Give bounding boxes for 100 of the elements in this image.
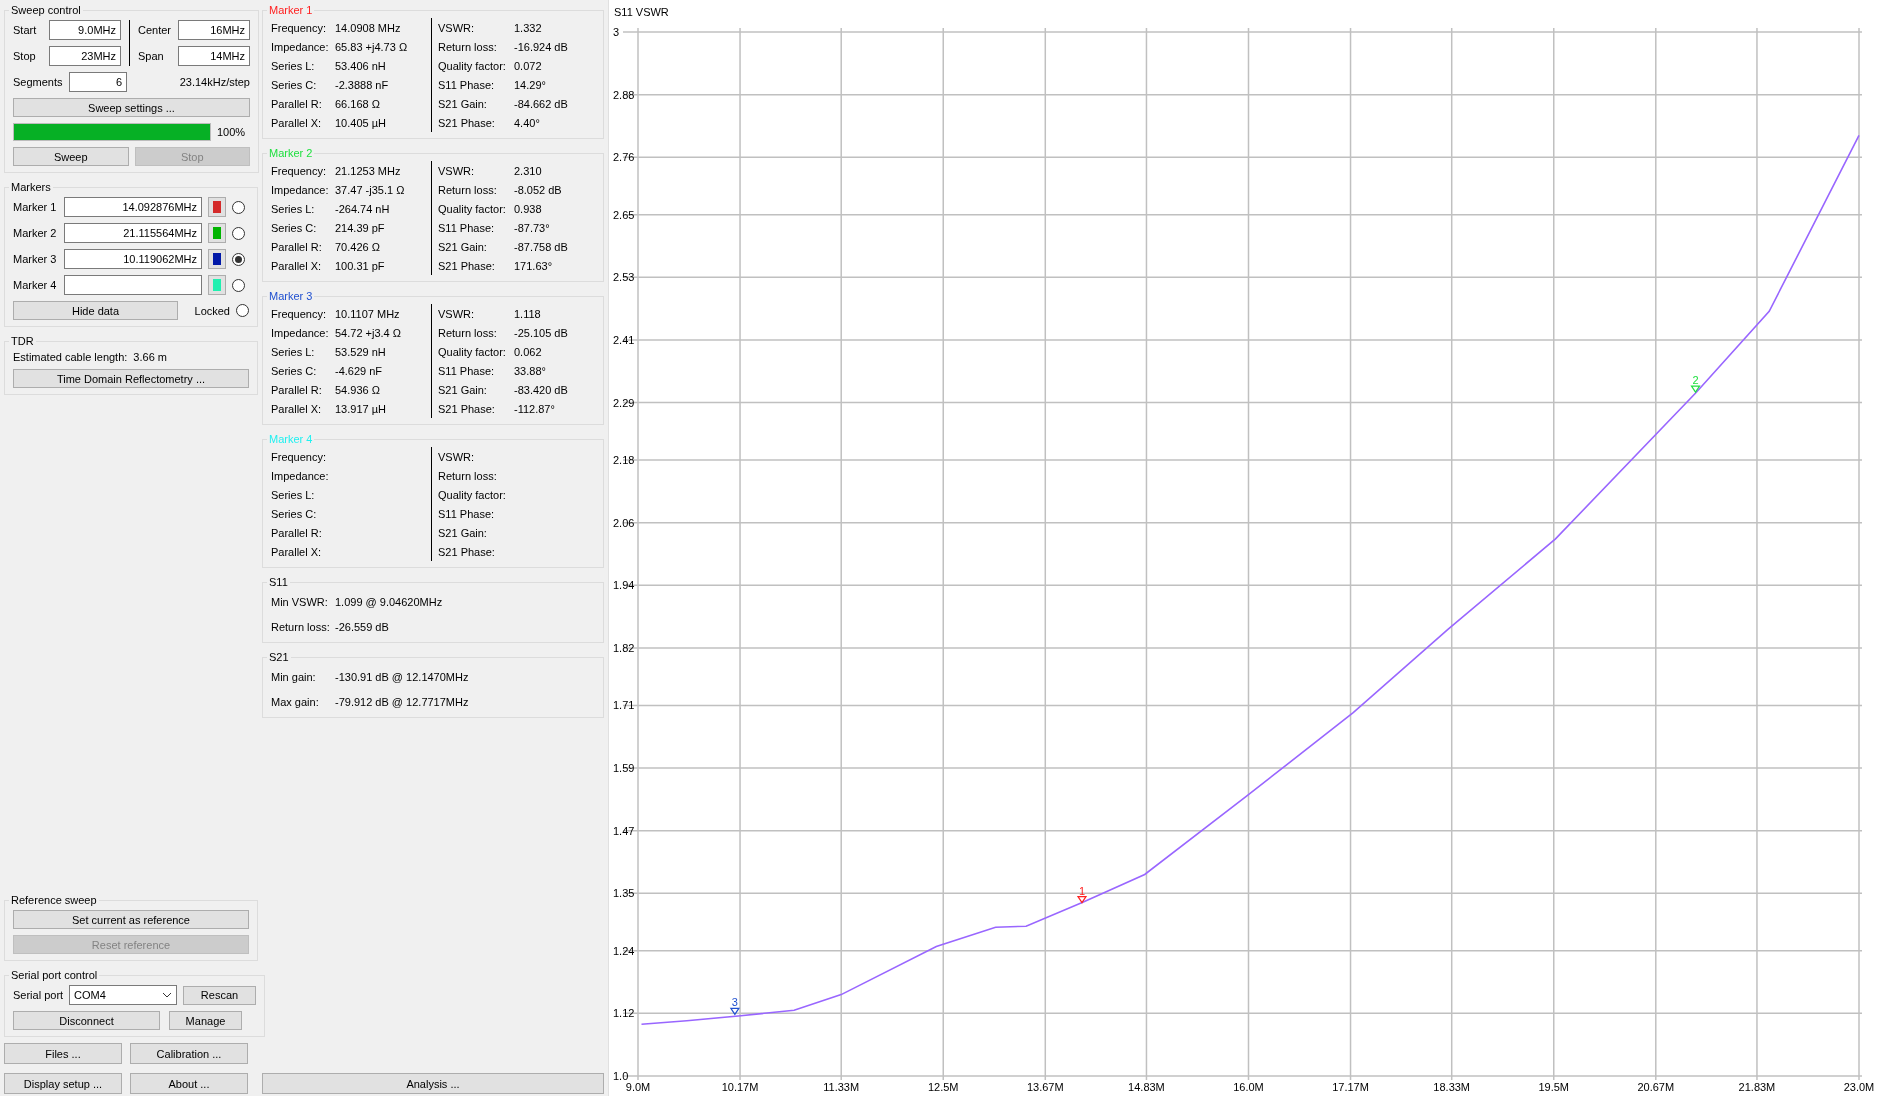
sweep-button[interactable]: Sweep <box>13 147 129 166</box>
marker-radio-button[interactable] <box>232 252 245 266</box>
serial-port-dropdown[interactable]: COM4 <box>69 985 177 1005</box>
data-value: 214.39 pF <box>335 221 385 234</box>
manage-button[interactable]: Manage <box>169 1011 242 1030</box>
data-label: Series C: <box>271 364 318 377</box>
data-label: VSWR: <box>438 21 476 34</box>
frequency-field[interactable]: 23MHz <box>49 46 121 66</box>
data-label: Return loss: <box>438 469 498 482</box>
data-label: S21 Phase: <box>438 402 496 415</box>
rescan-button[interactable]: Rescan <box>183 985 256 1005</box>
menu-button[interactable]: About ... <box>130 1073 248 1094</box>
data-value: -79.912 dB @ 12.7717MHz <box>335 695 469 708</box>
axis-label: 3 <box>613 26 620 38</box>
data-value: 65.83 +j4.73 Ω <box>335 40 408 53</box>
data-label: Parallel R: <box>271 240 323 253</box>
analysis-button[interactable]: Analysis ... <box>262 1073 604 1094</box>
marker-frequency-field[interactable]: 21.115564MHz <box>64 223 202 243</box>
menu-button[interactable]: Display setup ... <box>4 1073 122 1094</box>
data-value: -264.74 nH <box>335 202 390 215</box>
data-label: Impedance: <box>271 326 330 339</box>
data-label: S11 Phase: <box>438 221 496 234</box>
field-label: Center <box>138 24 172 36</box>
axis-label: 1.71 <box>613 699 635 712</box>
data-label: Series C: <box>271 78 318 91</box>
marker-radio-button[interactable] <box>232 226 245 240</box>
marker-frequency-field[interactable]: 14.092876MHz <box>64 197 202 217</box>
axis-label: 19.5M <box>1538 1081 1570 1093</box>
data-value: 14.29° <box>514 78 546 91</box>
marker-radio-button[interactable] <box>232 278 245 292</box>
data-label: Series L: <box>271 202 316 215</box>
tdr-button[interactable]: Time Domain Reflectometry ... <box>13 369 249 388</box>
group-title: TDR <box>10 335 35 347</box>
data-value: 1.118 <box>514 307 541 320</box>
marker-frequency-field[interactable]: 10.119062MHz <box>64 249 202 269</box>
axis-label: 13.67M <box>1026 1081 1064 1093</box>
data-label: Return loss: <box>438 40 498 53</box>
chart-title: S11 VSWR <box>613 5 670 20</box>
frequency-field[interactable]: 14MHz <box>178 46 250 66</box>
data-value: 66.168 Ω <box>335 97 380 110</box>
axis-label: 2.53 <box>613 271 635 284</box>
color-picker-button[interactable] <box>208 249 226 269</box>
hide-data-button[interactable]: Hide data <box>13 301 178 320</box>
data-label: Quality factor: <box>438 59 507 72</box>
data-label: S21 Phase: <box>438 259 496 272</box>
data-value: 4.40° <box>514 116 540 129</box>
locked-radio-button[interactable] <box>236 304 249 317</box>
cable-length-label: Estimated cable length: <box>13 351 128 363</box>
axis-label: 20.67M <box>1637 1081 1675 1093</box>
axis-label: 1.12 <box>613 1007 635 1020</box>
group-title: Reference sweep <box>10 894 98 906</box>
axis-label: 1.24 <box>613 944 635 957</box>
data-value: -130.91 dB @ 12.1470MHz <box>335 670 469 683</box>
data-label: Return loss: <box>271 620 331 633</box>
segments-field[interactable]: 6 <box>69 72 127 92</box>
axis-label: 1.35 <box>613 887 635 900</box>
data-label: Frequency: <box>271 450 328 463</box>
axis-label: 1.82 <box>613 641 635 654</box>
axis-label: 1.94 <box>613 579 635 592</box>
color-picker-button[interactable] <box>208 223 226 243</box>
marker-indicator: 3 <box>729 996 740 1016</box>
data-label: Frequency: <box>271 307 328 320</box>
menu-button[interactable]: Calibration ... <box>130 1043 248 1064</box>
data-label: Parallel X: <box>271 402 323 415</box>
group-title: Marker 1 <box>268 4 314 16</box>
frequency-field[interactable]: 16MHz <box>178 20 250 40</box>
marker-frequency-field[interactable] <box>64 275 202 295</box>
data-label: Series L: <box>271 488 316 501</box>
axis-label: 11.33M <box>823 1081 860 1093</box>
cable-length-value: 3.66 m <box>133 351 167 363</box>
axis-label: 2.41 <box>613 334 635 346</box>
group-title: Markers <box>10 181 52 193</box>
data-label: Return loss: <box>438 183 498 196</box>
marker-label: Marker 3 <box>13 253 58 265</box>
group-title: Marker 3 <box>268 290 314 302</box>
disconnect-button[interactable]: Disconnect <box>13 1011 160 1030</box>
axis-label: 18.33M <box>1433 1081 1471 1093</box>
data-value: -25.105 dB <box>514 326 568 339</box>
marker-label: Marker 2 <box>13 227 58 239</box>
menu-button[interactable]: Files ... <box>4 1043 122 1064</box>
data-label: Max gain: <box>271 695 320 708</box>
sweep-settings-button[interactable]: Sweep settings ... <box>13 98 250 117</box>
data-value: 70.426 Ω <box>335 240 380 253</box>
data-label: S21 Gain: <box>438 97 488 110</box>
data-label: S11 Phase: <box>438 507 496 520</box>
data-label: Parallel R: <box>271 383 323 396</box>
axis-label: 2.76 <box>613 151 635 164</box>
marker-label: Marker 1 <box>13 201 58 213</box>
reference-button[interactable]: Set current as reference <box>13 910 249 929</box>
annotation: 1 <box>1078 884 1086 897</box>
color-picker-button[interactable] <box>208 197 226 217</box>
color-picker-button[interactable] <box>208 275 226 295</box>
marker-indicator: 2 <box>1690 374 1701 394</box>
axis-label: 17.17M <box>1332 1081 1369 1093</box>
data-label: S21 Phase: <box>438 116 496 129</box>
data-value: -16.924 dB <box>514 40 568 53</box>
axis-label: 12.5M <box>927 1081 959 1093</box>
frequency-field[interactable]: 9.0MHz <box>49 20 121 40</box>
data-label: Parallel R: <box>271 97 323 110</box>
marker-radio-button[interactable] <box>232 200 245 214</box>
